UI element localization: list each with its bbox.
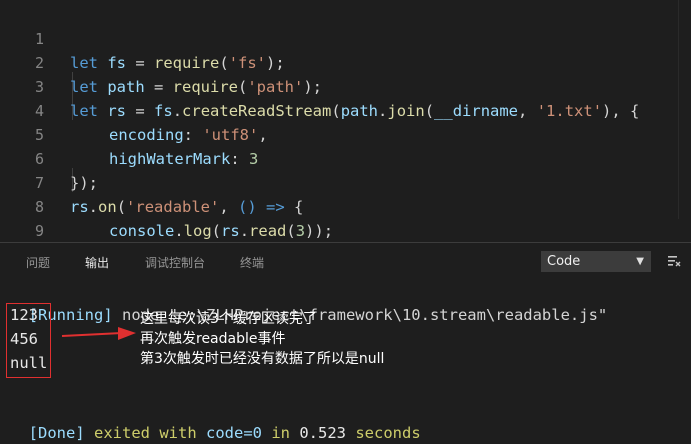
tab-problems[interactable]: 问题 <box>26 254 50 271</box>
code-line-1[interactable]: 1 let fs = require('fs'); <box>0 3 691 72</box>
code-line-9[interactable]: 9 }); <box>0 195 691 265</box>
highlight-box <box>6 303 51 378</box>
code-line-4[interactable]: 4 encoding: 'utf8', <box>0 75 691 144</box>
caret-down-icon: ▼ <box>636 256 644 267</box>
code-line-3[interactable]: 3 let rs = fs.createReadStream(path.join… <box>0 51 691 120</box>
code-line-8[interactable]: 8 console.log(rs.read(3)); <box>0 171 691 240</box>
list-clear-icon[interactable] <box>666 254 682 270</box>
annotation-line-3: 第3次触发时已经没有数据了所以是null <box>140 351 385 367</box>
code-text: console.log(rs.read(3)); <box>109 222 334 240</box>
code-line-5[interactable]: 5 highWaterMark: 3 <box>0 99 691 168</box>
annotation-arrow-icon <box>61 327 136 340</box>
code-line-2[interactable]: 2 let path = require('path'); <box>0 27 691 96</box>
panel-header: 问题 输出 调试控制台 终端 Code ▼ <box>0 243 691 279</box>
clear-output-icon <box>668 256 681 267</box>
tab-output[interactable]: 输出 <box>85 254 109 271</box>
annotation-line-1: 这里每次读3个缓存区读完了 <box>140 311 317 327</box>
tab-terminal[interactable]: 终端 <box>240 254 264 271</box>
output-channel-value: Code <box>547 254 581 269</box>
done-tag: [Done] <box>28 424 85 442</box>
annotation-line-2: 再次触发readable事件 <box>140 331 286 347</box>
line-number: 9 <box>34 222 44 240</box>
output-channel-select[interactable]: Code ▼ <box>541 251 651 272</box>
elapsed-time: 0.523 <box>299 424 346 442</box>
code-line-6[interactable]: 6 }); <box>0 123 691 192</box>
output-done-line: [Done] exited with code=0 in 0.523 secon… <box>28 424 421 442</box>
tab-debug-console[interactable]: 调试控制台 <box>145 254 205 271</box>
code-editor[interactable]: 1 let fs = require('fs'); 2 let path = r… <box>0 0 691 265</box>
exit-code: code=0 <box>206 424 262 442</box>
editor-scrollbar[interactable] <box>678 0 691 219</box>
code-line-7[interactable]: 7 rs.on('readable', () => { <box>0 147 691 216</box>
